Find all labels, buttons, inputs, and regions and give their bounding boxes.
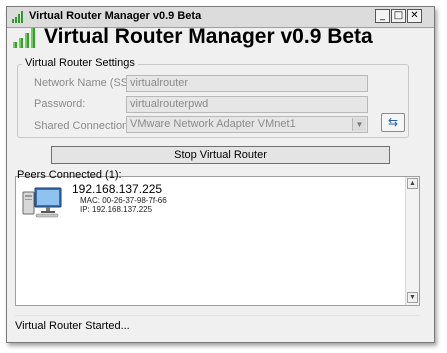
window-title: Virtual Router Manager v0.9 Beta bbox=[29, 10, 202, 22]
stop-router-button[interactable]: Stop Virtual Router bbox=[51, 146, 390, 164]
scroll-up-icon[interactable]: ▲ bbox=[407, 178, 418, 189]
status-bar: Virtual Router Started... bbox=[15, 315, 420, 336]
password-label: Password: bbox=[34, 98, 86, 110]
computer-icon bbox=[22, 187, 62, 218]
peer-mac: MAC: 00-26-37-98-7f-66 bbox=[80, 196, 167, 205]
status-text: Virtual Router Started... bbox=[15, 320, 130, 332]
peers-group-label: Peers Connected (1): bbox=[17, 169, 122, 181]
signal-bars-icon bbox=[13, 28, 35, 48]
minimize-button[interactable]: _ bbox=[375, 9, 390, 23]
close-button[interactable]: ✕ bbox=[407, 9, 422, 23]
shared-connection-select[interactable]: VMware Network Adapter VMnet1 ▼ bbox=[126, 116, 368, 133]
page-title: Virtual Router Manager v0.9 Beta bbox=[44, 25, 373, 48]
scroll-down-icon[interactable]: ▼ bbox=[407, 292, 418, 303]
maximize-button[interactable]: □ bbox=[391, 9, 406, 23]
peers-scrollbar[interactable]: ▲ ▼ bbox=[405, 177, 419, 305]
shared-connection-label: Shared Connection: bbox=[34, 120, 132, 132]
peer-ip-address: 192.168.137.225 bbox=[72, 182, 163, 196]
chevron-down-icon[interactable]: ▼ bbox=[352, 118, 366, 131]
shared-connection-value: VMware Network Adapter VMnet1 bbox=[130, 118, 296, 130]
refresh-icon: ⇆ bbox=[387, 115, 399, 129]
password-field[interactable]: virtualrouterpwd bbox=[126, 96, 368, 113]
refresh-button[interactable]: ⇆ bbox=[381, 113, 405, 132]
peer-ip-detail: IP: 192.168.137.225 bbox=[80, 205, 153, 214]
settings-group-label: Virtual Router Settings bbox=[22, 57, 138, 69]
ssid-field[interactable]: virtualrouter bbox=[126, 75, 368, 92]
app-icon bbox=[12, 11, 23, 23]
